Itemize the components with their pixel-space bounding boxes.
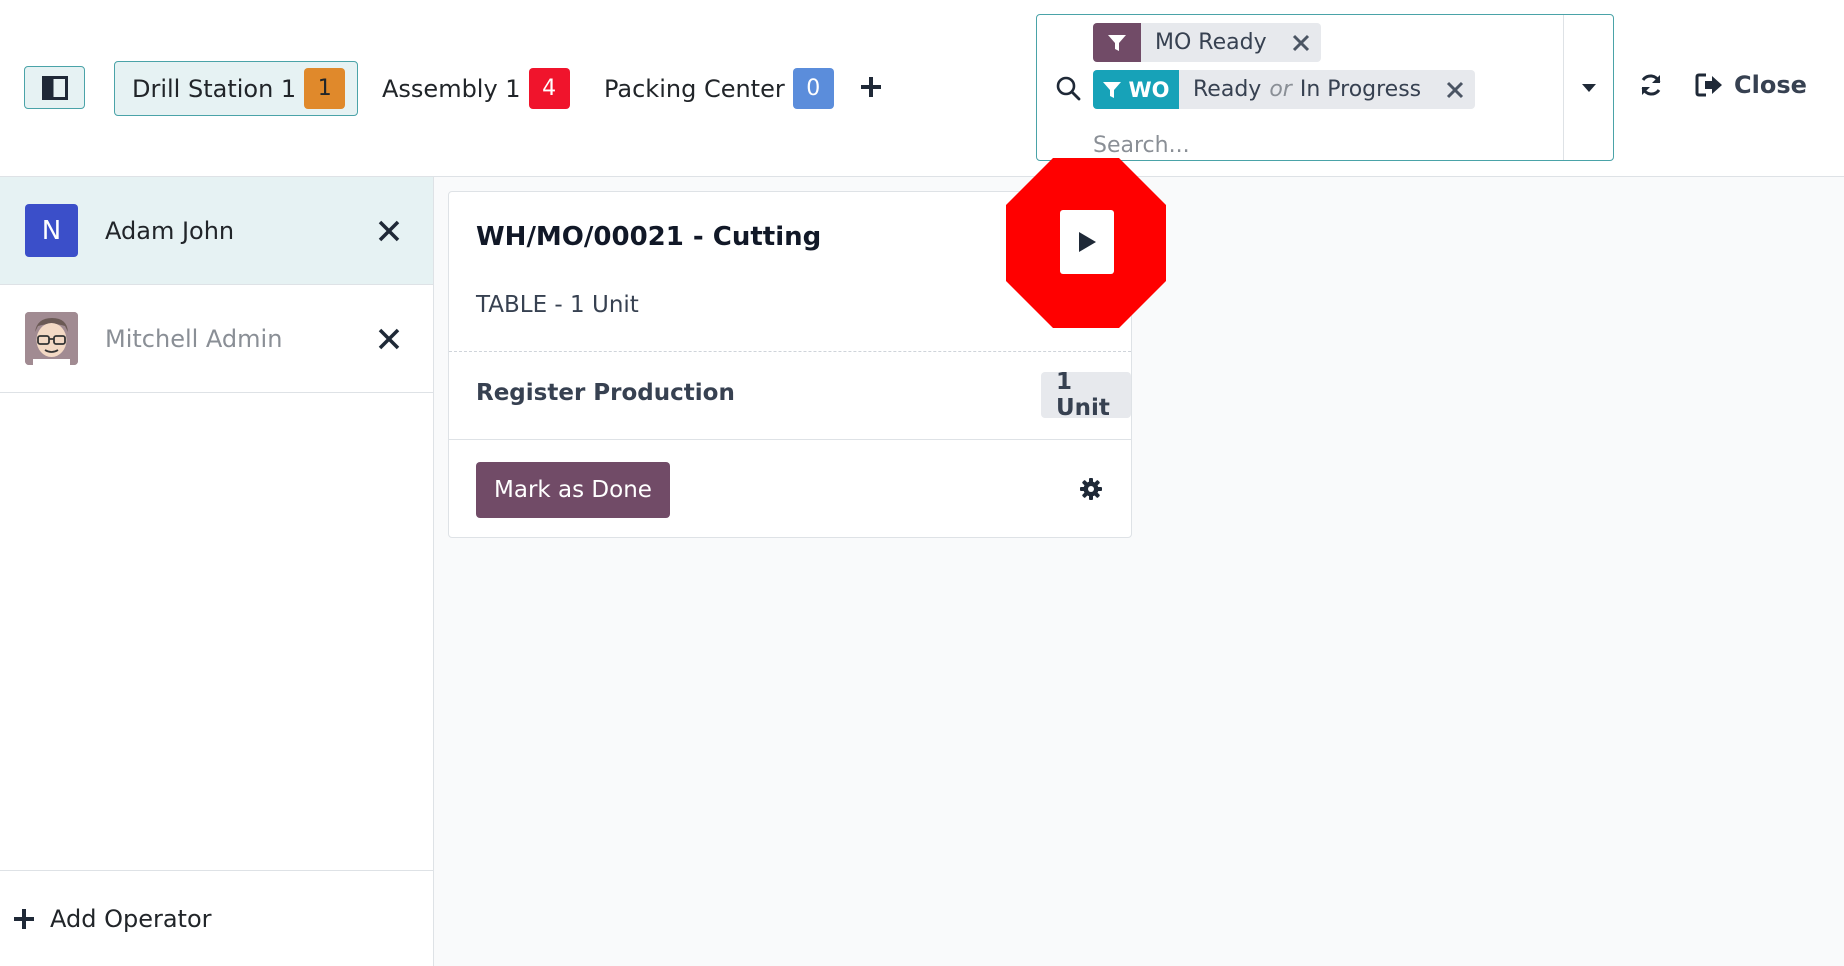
top-bar: Drill Station 1 1 Assembly 1 4 Packing C… — [0, 0, 1844, 177]
search-options-toggle[interactable] — [1563, 15, 1613, 160]
plus-icon — [861, 77, 881, 97]
gear-icon — [1080, 478, 1102, 500]
add-operator-button[interactable]: Add Operator — [0, 870, 433, 966]
sign-out-icon — [1695, 73, 1722, 97]
register-production-row[interactable]: Register Production 1 Unit — [449, 352, 1131, 440]
operator-name: Adam John — [105, 216, 235, 245]
operator-mitchell-admin[interactable]: Mitchell Admin — [0, 285, 433, 393]
avatar-image — [25, 312, 78, 365]
count-badge: 4 — [528, 68, 570, 109]
operator-adam-john[interactable]: N Adam John — [0, 177, 433, 285]
search-panel: MO Ready WO Ready or In Progress — [1036, 14, 1614, 161]
plus-icon — [14, 908, 34, 929]
refresh-icon — [1641, 74, 1661, 96]
close-button[interactable]: Close — [1694, 64, 1807, 106]
filter-icon — [1103, 81, 1122, 98]
tab-label: Packing Center — [604, 74, 785, 103]
tab-label: Drill Station 1 — [132, 74, 297, 103]
facet-label: WO — [1093, 70, 1179, 109]
filter-facet-wo: WO Ready or In Progress — [1093, 70, 1476, 109]
facet-value: In Progress — [1299, 77, 1422, 102]
operators-sidebar: N Adam John Mitchell Admin Add Operator — [0, 177, 434, 966]
operator-name: Mitchell Admin — [105, 324, 283, 353]
play-icon — [1079, 232, 1096, 252]
workorder-title[interactable]: WH/MO/00021 - Cutting — [476, 222, 821, 252]
filter-facet-mo-ready: MO Ready — [1093, 23, 1321, 62]
avatar: N — [25, 204, 78, 257]
start-workorder-button[interactable] — [1060, 210, 1114, 274]
product-quantity: TABLE - 1 Unit — [476, 292, 639, 318]
search-input[interactable] — [1093, 131, 1533, 159]
close-icon — [1447, 81, 1464, 98]
sidebar-panel-icon — [41, 75, 68, 100]
facet-values: MO Ready — [1141, 23, 1281, 62]
count-badge: 0 — [792, 68, 834, 109]
facet-values: Ready or In Progress — [1179, 70, 1435, 109]
refresh-button[interactable] — [1636, 68, 1666, 102]
facet-separator: or — [1269, 77, 1292, 102]
caret-down-icon — [1581, 83, 1596, 92]
facet-label-text: WO — [1128, 77, 1170, 102]
facet-label — [1093, 23, 1141, 62]
search-icon — [1056, 76, 1081, 101]
facet-value: Ready — [1193, 77, 1262, 102]
avatar — [25, 312, 78, 365]
sidebar-toggle-button[interactable] — [24, 66, 85, 109]
close-icon — [1292, 34, 1309, 51]
remove-operator-button[interactable] — [374, 324, 404, 354]
filter-icon — [1108, 34, 1126, 51]
facet-value: MO Ready — [1155, 30, 1267, 55]
tab-assembly-1[interactable]: Assembly 1 4 — [382, 61, 570, 116]
tab-packing-center[interactable]: Packing Center 0 — [604, 61, 834, 116]
add-operator-label: Add Operator — [50, 904, 212, 933]
facet-remove-button[interactable] — [1281, 23, 1321, 62]
settings-button[interactable] — [1079, 477, 1103, 501]
register-production-label[interactable]: Register Production — [476, 380, 735, 406]
mark-as-done-button[interactable]: Mark as Done — [476, 462, 670, 518]
count-badge: 1 — [304, 68, 346, 109]
tab-drill-station-1[interactable]: Drill Station 1 1 — [114, 61, 359, 116]
quantity-badge[interactable]: 1 Unit — [1041, 369, 1131, 421]
tab-label: Assembly 1 — [382, 74, 521, 103]
remove-operator-button[interactable] — [374, 216, 404, 246]
close-icon — [378, 220, 400, 241]
add-workcenter-button[interactable] — [858, 70, 884, 104]
close-icon — [378, 328, 400, 349]
facet-remove-button[interactable] — [1435, 70, 1475, 109]
close-label: Close — [1734, 71, 1807, 99]
